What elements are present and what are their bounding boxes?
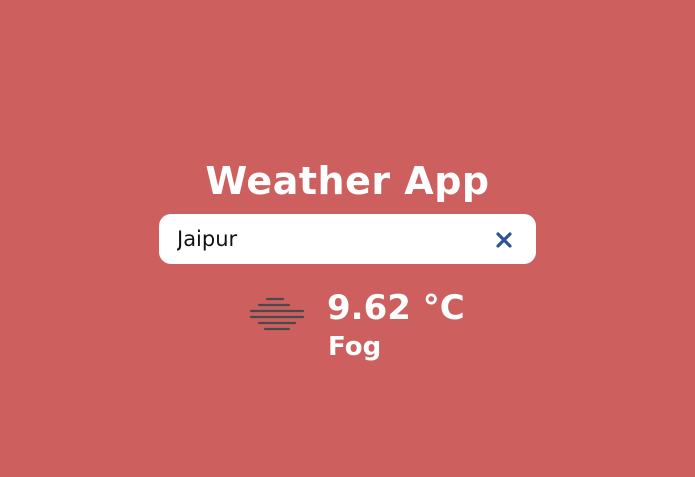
close-icon (496, 232, 512, 248)
temperature-value: 9.62 °C (327, 288, 465, 328)
weather-condition: Fog (328, 332, 382, 362)
fog-icon (249, 297, 305, 331)
app-title: Weather App (205, 159, 490, 203)
city-search-input[interactable] (177, 223, 477, 255)
search-box[interactable] (159, 214, 536, 264)
weather-app: Weather App 9.62 °C Fog (0, 0, 695, 477)
clear-search-button[interactable] (490, 226, 518, 254)
